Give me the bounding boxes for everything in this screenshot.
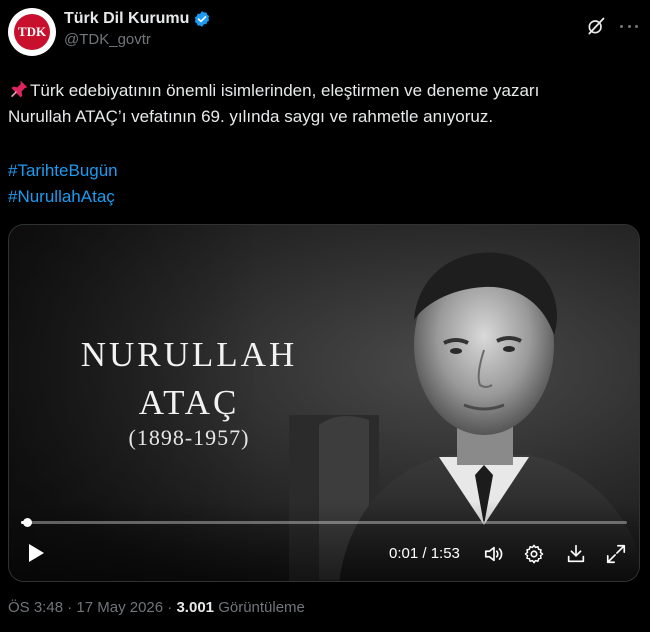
controls-overlay — [9, 501, 639, 581]
hashtag-nurullahatac[interactable]: #NurullahAtaç — [8, 184, 118, 210]
handle[interactable]: @TDK_govtr — [64, 31, 211, 48]
pushpin-icon — [11, 80, 28, 98]
volume-icon[interactable] — [483, 543, 505, 565]
tweet-line-1-text: Türk edebiyatının önemli isimlerinden, e… — [30, 81, 540, 100]
fullscreen-icon[interactable] — [605, 543, 627, 565]
progress-knob[interactable] — [23, 518, 33, 527]
display-name-row: Türk Dil Kurumu — [64, 10, 211, 28]
download-icon[interactable] — [565, 543, 587, 565]
account-names: Türk Dil Kurumu @TDK_govtr — [64, 10, 211, 48]
settings-gear-icon[interactable] — [523, 543, 545, 565]
avatar-mark: TDK — [17, 24, 47, 39]
grok-icon[interactable] — [586, 16, 606, 36]
verified-badge-icon — [195, 11, 210, 27]
tweet-header: TDK Türk Dil Kurumu @TDK_govtr — [8, 8, 642, 64]
video-title-line-1: NURULLAH — [80, 335, 298, 374]
hashtag-tarihtebugun[interactable]: #TarihteBugün — [8, 158, 118, 184]
meta-separator-2: · — [167, 599, 173, 616]
tweet-line-2: Nurullah ATAÇ’ı vefatının 69. yılında sa… — [8, 107, 494, 126]
video-dates: (1898-1957) — [128, 425, 250, 450]
avatar[interactable]: TDK — [8, 8, 56, 56]
video-title-line-2: ATAÇ — [138, 383, 240, 422]
meta-separator-1: · — [67, 599, 73, 616]
views-count: 3.001 — [176, 599, 215, 616]
views-label: Görüntüleme — [218, 599, 305, 616]
play-icon[interactable] — [27, 543, 45, 563]
video-time: 0:01 / 1:53 — [389, 545, 460, 562]
tweet-line-1: Türk edebiyatının önemli isimlerinden, e… — [8, 78, 638, 104]
tweet-text: Türk edebiyatının önemli isimlerinden, e… — [8, 78, 638, 130]
tweet-time[interactable]: ÖS 3:48 — [8, 599, 63, 616]
video-player[interactable]: NURULLAH ATAÇ (1898-1957) 0:01 / 1:53 — [8, 224, 640, 582]
hashtags: #TarihteBugün #NurullahAtaç — [8, 158, 118, 210]
more-options-icon[interactable] — [618, 16, 640, 36]
progress-bar[interactable] — [21, 518, 627, 527]
display-name[interactable]: Türk Dil Kurumu — [64, 10, 189, 28]
tweet-meta: ÖS 3:48 · 17 May 2026 · 3.001 Görüntülem… — [8, 599, 305, 616]
tweet-date[interactable]: 17 May 2026 — [76, 599, 163, 616]
